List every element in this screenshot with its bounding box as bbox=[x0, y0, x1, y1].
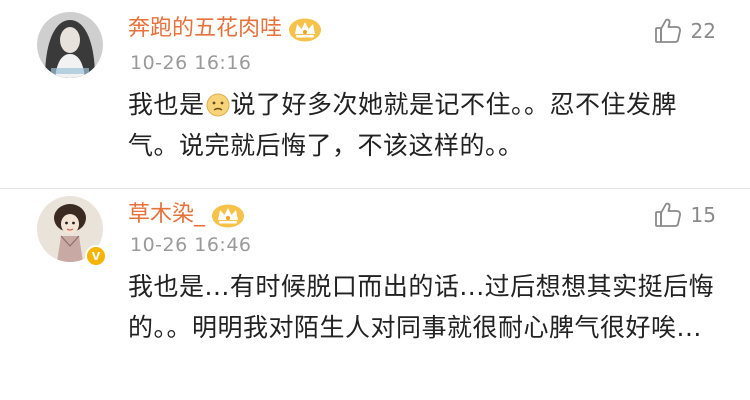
avatar[interactable] bbox=[37, 12, 103, 78]
comment-item: 奔跑的五花肉哇 10-26 16:16 22 我也是 说了好多次她就是记不住。。忍… bbox=[0, 0, 750, 190]
timestamp: 10-26 16:46 bbox=[130, 234, 252, 256]
comment-text-part: 我也是 bbox=[128, 90, 205, 119]
thumbs-up-icon bbox=[653, 16, 683, 46]
verified-badge-icon: V bbox=[85, 245, 107, 267]
username[interactable]: 草木染_ bbox=[128, 200, 205, 230]
comment-item: V 草木染_ 10-26 16:46 15 我也是...有时候脱口而出的话...… bbox=[0, 190, 750, 400]
comment-text: 我也是 说了好多次她就是记不住。。忍不住发脾气。说完就后悔了，不该这样的。。 bbox=[128, 84, 718, 166]
comment-text: 我也是...有时候脱口而出的话...过后想想其实挺后悔的。。明明我对陌生人对同事… bbox=[128, 272, 715, 342]
username[interactable]: 奔跑的五花肉哇 bbox=[128, 14, 282, 44]
timestamp: 10-26 16:16 bbox=[130, 52, 252, 74]
thumbs-up-icon bbox=[653, 200, 683, 230]
like-count: 22 bbox=[690, 19, 716, 43]
user-line: 奔跑的五花肉哇 bbox=[128, 14, 322, 44]
sad-face-emoji-icon bbox=[206, 88, 230, 117]
like-button[interactable]: 22 bbox=[653, 16, 716, 46]
crown-icon bbox=[288, 16, 322, 42]
divider bbox=[0, 188, 750, 189]
crown-icon bbox=[211, 202, 245, 228]
like-button[interactable]: 15 bbox=[653, 200, 716, 230]
like-count: 15 bbox=[690, 203, 716, 227]
user-line: 草木染_ bbox=[128, 200, 245, 230]
